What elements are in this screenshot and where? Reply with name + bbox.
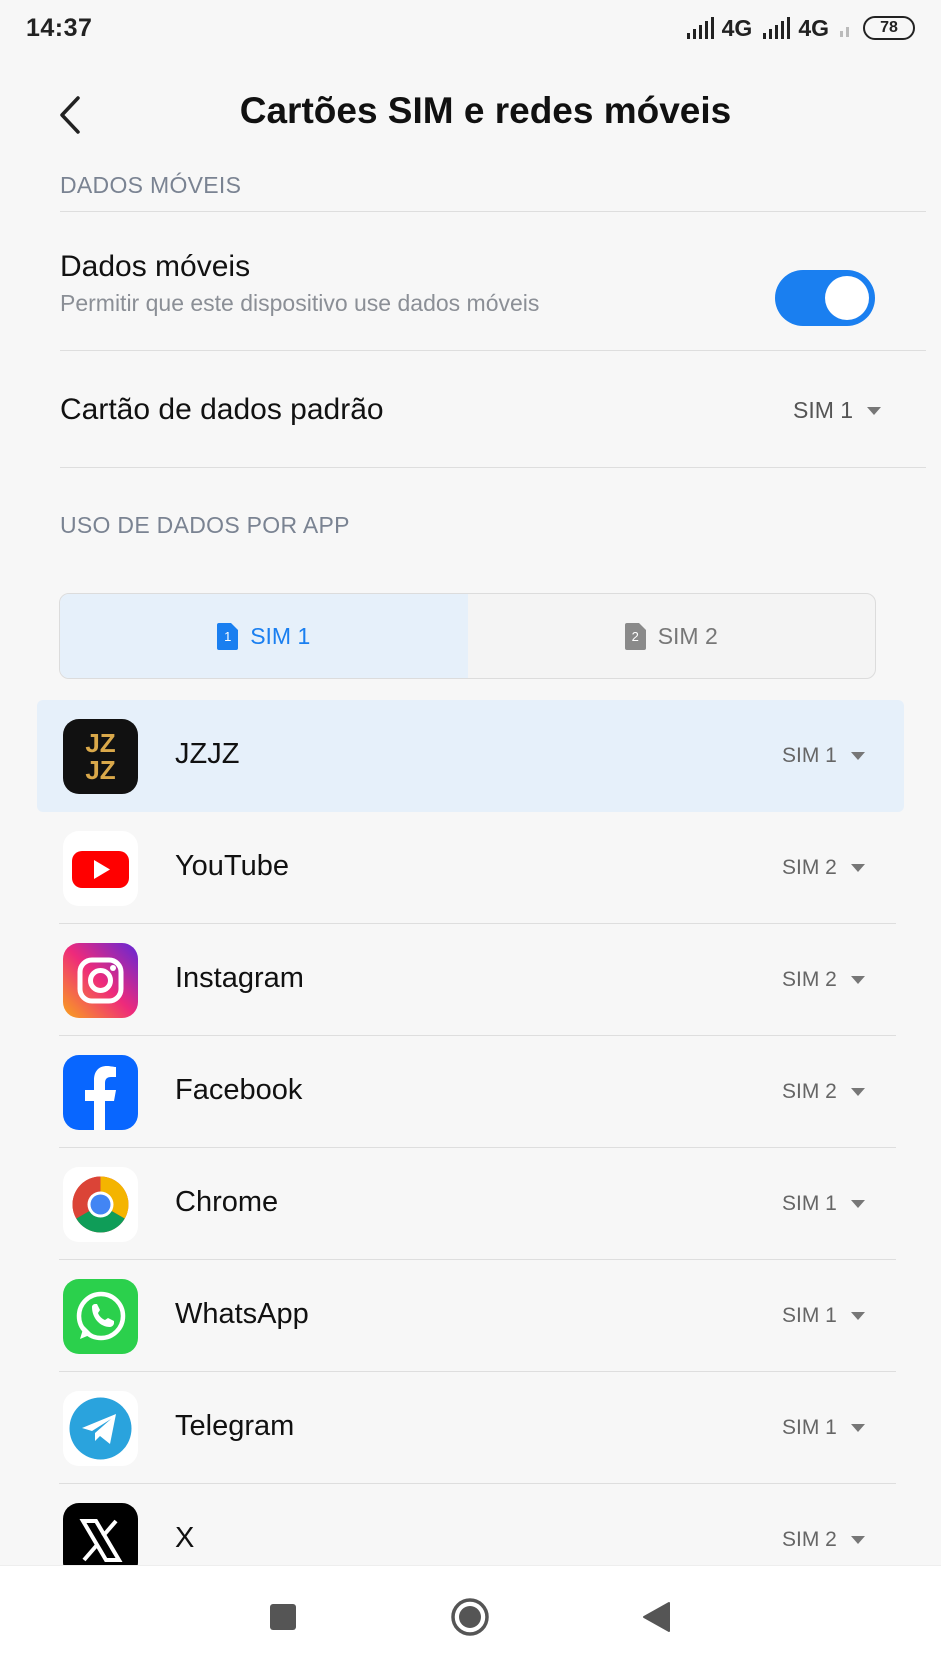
default-data-card-value: SIM 1 xyxy=(793,397,854,423)
sim-card-icon: 2 xyxy=(624,622,646,650)
list-item-youtube[interactable]: YouTube SIM 2 xyxy=(0,812,941,924)
caret-down-icon xyxy=(850,1312,865,1320)
network-type-2: 4G xyxy=(798,14,829,41)
signal-icon-2 xyxy=(763,17,791,39)
mobile-data-title: Dados móveis xyxy=(60,250,251,283)
tab-sim-2[interactable]: 2 SIM 2 xyxy=(468,594,876,678)
signal-icon-1 xyxy=(686,17,714,39)
caret-down-icon xyxy=(867,406,882,415)
tab-sim-2-label: SIM 2 xyxy=(657,622,718,649)
app-sim-dropdown[interactable]: SIM 2 xyxy=(782,1528,865,1552)
status-time: 14:37 xyxy=(26,14,93,42)
app-sim-value: SIM 2 xyxy=(782,1080,837,1103)
battery-level: 78 xyxy=(880,19,898,36)
battery-icon: 78 xyxy=(863,16,915,40)
app-name: JZJZ xyxy=(175,738,240,770)
toggle-knob xyxy=(825,276,869,320)
list-item-chrome[interactable]: Chrome SIM 1 xyxy=(0,1148,941,1260)
list-item-instagram[interactable]: Instagram SIM 2 xyxy=(0,924,941,1036)
app-sim-dropdown[interactable]: SIM 1 xyxy=(782,1192,865,1216)
header: Cartões SIM e redes móveis xyxy=(0,70,941,160)
app-name: YouTube xyxy=(175,850,289,882)
jzjz-app-icon: JZ JZ xyxy=(63,719,138,794)
telegram-icon xyxy=(63,1391,138,1466)
list-item-whatsapp[interactable]: WhatsApp SIM 1 xyxy=(0,1260,941,1372)
list-item-facebook[interactable]: Facebook SIM 2 xyxy=(0,1036,941,1148)
app-name: WhatsApp xyxy=(175,1298,309,1330)
instagram-icon xyxy=(63,943,138,1018)
sim-card-icon: 1 xyxy=(217,622,239,650)
page-title: Cartões SIM e redes móveis xyxy=(239,90,732,131)
x-icon xyxy=(63,1503,138,1565)
caret-down-icon xyxy=(850,864,865,872)
app-sim-dropdown[interactable]: SIM 1 xyxy=(782,1416,865,1440)
app-sim-dropdown[interactable]: SIM 2 xyxy=(782,968,865,992)
whatsapp-icon xyxy=(63,1279,138,1354)
app-list: JZ JZ JZJZ SIM 1 YouTube SIM 2 Instagram… xyxy=(0,700,941,1565)
app-name: Facebook xyxy=(175,1074,303,1106)
divider xyxy=(60,467,926,468)
home-icon xyxy=(451,1598,489,1636)
app-sim-value: SIM 1 xyxy=(782,1192,837,1215)
app-sim-dropdown[interactable]: SIM 1 xyxy=(782,744,865,768)
app-sim-value: SIM 1 xyxy=(782,1304,837,1327)
app-sim-dropdown[interactable]: SIM 2 xyxy=(782,1080,865,1104)
highlight-background xyxy=(37,700,904,812)
youtube-icon xyxy=(63,831,138,906)
network-type-1: 4G xyxy=(721,14,753,41)
default-data-card-dropdown[interactable]: SIM 1 xyxy=(793,397,882,424)
status-icons: 4G 4G 78 xyxy=(686,14,915,42)
list-item-x[interactable]: X SIM 2 xyxy=(0,1484,941,1565)
tab-sim-1-label: SIM 1 xyxy=(250,622,311,649)
app-sim-value: SIM 2 xyxy=(782,968,837,991)
app-name: Telegram xyxy=(175,1410,295,1442)
caret-down-icon xyxy=(850,752,865,760)
divider xyxy=(60,350,926,351)
list-item-jzjz[interactable]: JZ JZ JZJZ SIM 1 xyxy=(0,700,941,812)
wifi-signal-icon xyxy=(840,27,849,37)
app-sim-dropdown[interactable]: SIM 2 xyxy=(782,856,865,880)
back-nav-icon xyxy=(643,1602,670,1632)
app-name: Chrome xyxy=(175,1186,279,1218)
app-sim-value: SIM 1 xyxy=(782,744,837,767)
app-sim-value: SIM 1 xyxy=(782,1416,837,1439)
divider xyxy=(60,211,926,212)
mobile-data-toggle[interactable] xyxy=(775,270,875,326)
navigation-bar xyxy=(0,1565,941,1672)
chrome-icon xyxy=(63,1167,138,1242)
caret-down-icon xyxy=(850,1088,865,1096)
recents-icon xyxy=(270,1604,296,1630)
default-data-card-title: Cartão de dados padrão xyxy=(60,393,384,426)
caret-down-icon xyxy=(850,1424,865,1432)
mobile-data-subtitle: Permitir que este dispositivo use dados … xyxy=(60,290,540,316)
app-name: Instagram xyxy=(175,962,304,994)
app-sim-value: SIM 2 xyxy=(782,1528,837,1551)
recents-button[interactable] xyxy=(270,1604,296,1635)
section-label-app-usage: USO DE DADOS POR APP xyxy=(60,512,350,538)
section-label-mobile-data: DADOS MÓVEIS xyxy=(60,172,242,198)
list-item-telegram[interactable]: Telegram SIM 1 xyxy=(0,1372,941,1484)
app-sim-value: SIM 2 xyxy=(782,856,837,879)
app-sim-dropdown[interactable]: SIM 1 xyxy=(782,1304,865,1328)
tab-sim-1[interactable]: 1 SIM 1 xyxy=(60,594,468,678)
caret-down-icon xyxy=(850,1536,865,1544)
home-button[interactable] xyxy=(450,1597,490,1642)
facebook-icon xyxy=(63,1055,138,1130)
caret-down-icon xyxy=(850,976,865,984)
status-bar: 14:37 4G 4G 78 xyxy=(0,0,941,58)
sim-tabs: 1 SIM 1 2 SIM 2 xyxy=(59,593,876,679)
caret-down-icon xyxy=(850,1200,865,1208)
back-nav-button[interactable] xyxy=(642,1601,670,1638)
app-name: X xyxy=(175,1522,195,1554)
